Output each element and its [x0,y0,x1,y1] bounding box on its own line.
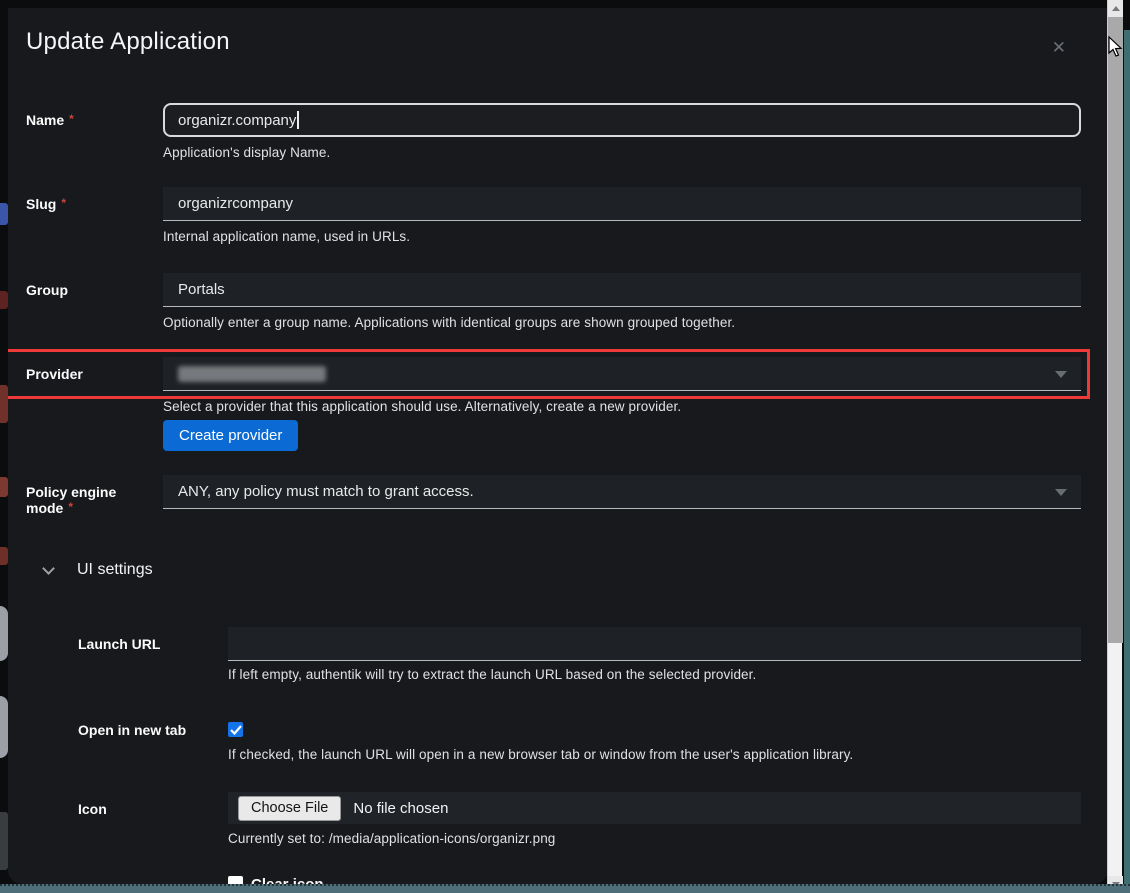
open-in-new-tab-help-text: If checked, the launch URL will open in … [228,747,1081,762]
background-page-fragment [0,291,8,309]
background-page-fragment [0,203,8,225]
icon-label: Icon [78,792,228,846]
update-application-modal: Update Application ✕ Name* organizr.comp… [8,8,1108,884]
form-row-open-in-new-tab: Open in new tab If checked, the launch U… [78,713,1081,762]
chevron-down-icon [1055,489,1067,496]
group-input[interactable]: Portals [163,273,1081,307]
slug-label: Slug* [26,187,163,244]
background-page-fragment [0,812,8,870]
provider-select[interactable] [163,357,1081,391]
form-row-clear-icon: Clear icon [78,876,1081,884]
screen: Update Application ✕ Name* organizr.comp… [0,0,1130,893]
background-page-fragment [0,606,8,661]
provider-select-value-redacted [178,366,326,382]
open-in-new-tab-checkbox[interactable] [228,722,243,737]
clear-icon-label: Clear icon [251,876,324,884]
background-page-fragment [0,547,8,565]
launch-url-help-text: If left empty, authentik will try to ext… [228,667,1081,682]
group-help-text: Optionally enter a group name. Applicati… [163,315,1081,330]
launch-url-label: Launch URL [78,627,228,682]
form-row-policy-engine-mode: Policy engine mode* ANY, any policy must… [26,475,1081,516]
form-row-icon: Icon Choose File No file chosen Currentl… [78,792,1081,846]
text-cursor [297,111,299,129]
open-in-new-tab-label: Open in new tab [78,713,228,762]
slug-help-text: Internal application name, used in URLs. [163,229,1081,244]
file-status-text: No file chosen [353,800,448,817]
form-row-launch-url: Launch URL If left empty, authentik will… [78,627,1081,682]
name-label: Name* [26,103,163,160]
create-provider-button[interactable]: Create provider [163,420,298,451]
required-marker: * [69,112,74,126]
name-input[interactable]: organizr.company [163,103,1081,137]
vertical-scrollbar[interactable] [1107,0,1122,893]
form-row-provider: Provider Select a provider that this app… [26,357,1081,451]
background-page-fragment [0,696,8,758]
background-page-fragment [0,385,8,423]
name-help-text: Application's display Name. [163,145,1081,160]
chevron-down-icon[interactable] [42,562,55,575]
required-marker: * [68,500,73,514]
provider-label: Provider [26,357,163,451]
window-edge-right [1124,30,1130,893]
checkmark-icon [230,725,242,735]
scroll-up-button[interactable] [1108,0,1123,17]
scrollbar-thumb[interactable] [1108,17,1123,643]
form-row-slug: Slug* organizrcompany Internal applicati… [26,187,1081,244]
launch-url-input[interactable] [228,627,1081,661]
slug-input[interactable]: organizrcompany [163,187,1081,221]
close-icon[interactable]: ✕ [1052,39,1066,56]
mouse-cursor [1108,36,1124,58]
scroll-up-icon [1112,6,1120,11]
icon-help-text: Currently set to: /media/application-ico… [228,831,1081,846]
window-edge-bottom [0,884,1130,893]
policy-engine-mode-select[interactable]: ANY, any policy must match to grant acce… [163,475,1081,509]
provider-help-text: Select a provider that this application … [163,399,1081,414]
choose-file-button[interactable]: Choose File [238,796,341,821]
required-marker: * [61,196,66,210]
policy-engine-mode-label: Policy engine mode* [26,475,163,516]
background-page-fragment [0,477,8,497]
chevron-down-icon [1055,371,1067,378]
form-row-name: Name* organizr.company Application's dis… [26,103,1081,160]
ui-settings-section-label: UI settings [77,561,153,579]
clear-icon-checkbox[interactable] [228,876,243,884]
group-label: Group [26,273,163,330]
modal-title: Update Application [26,28,1081,56]
ui-settings-section-header[interactable]: UI settings [44,560,1081,580]
ui-settings-section-body: Launch URL If left empty, authentik will… [78,627,1081,884]
application-form: Name* organizr.company Application's dis… [26,103,1081,884]
form-row-group: Group Portals Optionally enter a group n… [26,273,1081,330]
icon-file-input[interactable]: Choose File No file chosen [228,792,1081,824]
